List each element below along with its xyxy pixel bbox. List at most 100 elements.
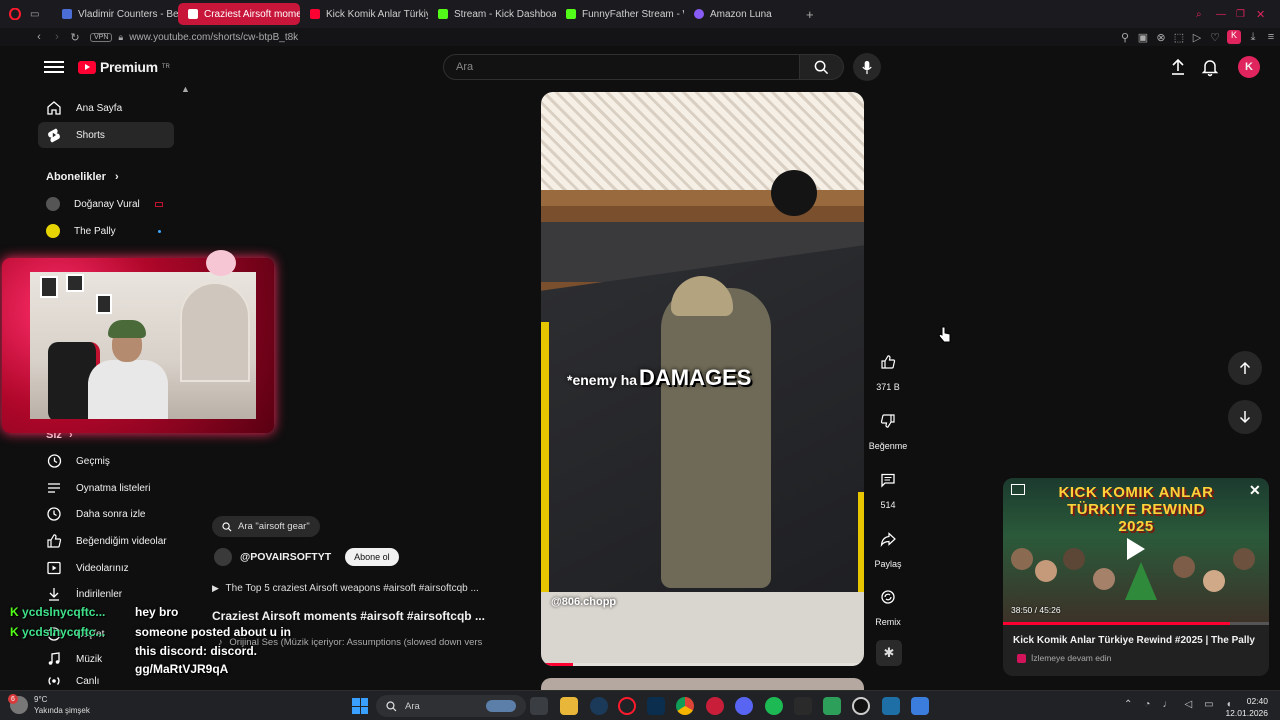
browser-tab[interactable]: Amazon Luna <box>684 3 802 25</box>
sidebar-item-watch-later[interactable]: Daha sonra izle <box>38 501 174 527</box>
tab-switcher-icon[interactable]: ▭ <box>30 9 52 20</box>
music-info[interactable]: ♪ Orijinal Ses (Müzik içeriyor: Assumpti… <box>218 637 510 648</box>
search-input[interactable]: Ara <box>443 54 800 80</box>
notification-badge: 6 <box>8 694 18 704</box>
start-button[interactable] <box>352 698 368 714</box>
mini-player-thumbnail[interactable]: KICK KOMIK ANLAR TÜRKIYE REWIND 2025 ✕ 3… <box>1003 478 1269 624</box>
sidebar-item-subscription[interactable]: Doğanay Vural <box>38 191 174 217</box>
playlist-link[interactable]: ▶ The Top 5 craziest Airsoft weapons #ai… <box>212 583 479 594</box>
opera-logo-icon[interactable] <box>0 8 30 20</box>
spotify-icon[interactable] <box>765 697 783 715</box>
next-short-preview[interactable] <box>541 678 864 690</box>
obs-icon[interactable] <box>852 697 870 715</box>
app-icon[interactable] <box>706 697 724 715</box>
notifications-button[interactable] <box>1200 57 1220 82</box>
video-progress-bar[interactable] <box>541 663 864 666</box>
browser-tab[interactable]: Vladimir Counters - Best R <box>52 3 178 25</box>
sidebar-collapse-chevron-icon[interactable]: ▲ <box>181 84 190 94</box>
share-button[interactable]: Paylaş <box>868 523 908 569</box>
mini-player-progress[interactable] <box>1003 622 1269 625</box>
search-tabs-icon[interactable]: ⌕ <box>1196 9 1216 20</box>
opera-gx-icon[interactable] <box>618 697 636 715</box>
menu-icon[interactable]: ≡ <box>1262 31 1280 43</box>
heart-icon[interactable]: ♡ <box>1206 31 1224 44</box>
christmas-tree-icon <box>1125 562 1157 600</box>
forward-icon[interactable]: › <box>48 31 66 43</box>
file-explorer-icon[interactable] <box>560 697 578 715</box>
related-search-chip[interactable]: Ara "airsoft gear" <box>212 516 320 537</box>
youtube-premium-logo[interactable]: Premium TR <box>78 59 170 75</box>
dislike-button[interactable]: Beğenme <box>868 405 908 451</box>
play-icon[interactable] <box>1127 538 1145 560</box>
weather-widget[interactable]: 6 9°C Yakında şimşek <box>8 694 90 716</box>
pin-icon[interactable]: ⚲ <box>1116 31 1134 44</box>
voice-search-button[interactable] <box>853 53 881 81</box>
sidebar-item-history[interactable]: Geçmiş <box>38 448 174 474</box>
volume-icon[interactable]: ◁ <box>1184 699 1192 710</box>
new-tab-icon[interactable]: + <box>806 7 826 22</box>
search-button[interactable] <box>800 54 844 80</box>
profile-badge[interactable]: K <box>1227 30 1241 44</box>
sidebar-item-playlists[interactable]: Oynatma listeleri <box>38 475 174 501</box>
download-page-icon[interactable]: ⬚ <box>1170 31 1188 44</box>
screenshot-icon[interactable]: ▣ <box>1134 31 1152 44</box>
account-avatar[interactable]: K <box>1238 56 1260 78</box>
expand-icon[interactable] <box>1011 484 1025 495</box>
app-icon[interactable] <box>823 697 841 715</box>
channel-badge-icon <box>1017 653 1026 663</box>
short-title[interactable]: Craziest Airsoft moments #airsoft #airso… <box>212 609 485 623</box>
taskbar-search[interactable]: Ara <box>376 695 526 717</box>
browser-tab[interactable]: Stream - Kick Dashboard <box>428 3 556 25</box>
browser-tab[interactable]: Kick Komik Anlar Türkiye R <box>300 3 428 25</box>
next-short-button[interactable] <box>1228 400 1262 434</box>
chrome-icon[interactable] <box>676 697 694 715</box>
mini-player[interactable]: KICK KOMIK ANLAR TÜRKIYE REWIND 2025 ✕ 3… <box>1003 478 1269 676</box>
app-icon[interactable] <box>911 697 929 715</box>
like-button[interactable]: 371 B <box>868 346 908 392</box>
sidebar-item-subscription[interactable]: The Pally <box>38 218 174 244</box>
vpn-badge[interactable]: VPN <box>90 32 113 42</box>
player-icon[interactable]: ▷ <box>1188 31 1206 44</box>
sidebar-item-downloads[interactable]: İndirilenler <box>38 581 174 607</box>
adblock-icon[interactable]: ⊗ <box>1152 31 1170 44</box>
minimize-icon[interactable]: — <box>1216 9 1236 20</box>
subscriptions-heading[interactable]: Abonelikler › <box>46 171 119 183</box>
discord-icon[interactable] <box>735 697 753 715</box>
network-icon[interactable]: ◔ <box>1144 699 1150 710</box>
close-window-icon[interactable]: ✕ <box>1256 8 1280 21</box>
upload-button[interactable] <box>1168 57 1188 82</box>
back-icon[interactable]: ‹ <box>30 31 48 43</box>
microphone-icon[interactable]: ♩ <box>1162 699 1172 710</box>
short-video-player[interactable]: *enemy ha DAMAGES @806.chopp <box>541 92 864 666</box>
tray-chevron-icon[interactable]: ⌃ <box>1124 699 1132 710</box>
url-field[interactable]: www.youtube.com/shorts/cw-btpB_t8k <box>129 32 298 43</box>
close-icon[interactable]: ✕ <box>1249 482 1261 499</box>
display-icon[interactable]: ▭ <box>1204 699 1213 710</box>
browser-tab[interactable]: FunnyFather Stream - Wa <box>556 3 684 25</box>
sidebar-item-home[interactable]: Ana Sayfa <box>38 95 174 121</box>
previous-short-button[interactable] <box>1228 351 1262 385</box>
channel-name[interactable]: @POVAIRSOFTYT <box>240 551 331 563</box>
reload-icon[interactable]: ↻ <box>66 31 84 44</box>
sound-thumbnail[interactable]: ✱ <box>876 640 902 666</box>
downloads-icon[interactable]: ⤓ <box>1244 31 1262 44</box>
app-icon[interactable] <box>882 697 900 715</box>
subscribe-button[interactable]: Abone ol <box>345 548 399 566</box>
hamburger-menu-icon[interactable] <box>44 58 64 78</box>
maximize-icon[interactable]: ❐ <box>1236 9 1256 20</box>
comments-button[interactable]: 514 <box>868 464 908 510</box>
sidebar-item-your-videos[interactable]: Videolarınız <box>38 555 174 581</box>
browser-tab-active[interactable]: Craziest Airsoft mome <box>178 3 300 25</box>
steam-icon[interactable] <box>590 697 608 715</box>
task-view-icon[interactable] <box>530 697 548 715</box>
photoshop-icon[interactable] <box>647 697 665 715</box>
comment-count: 514 <box>880 500 896 510</box>
remix-label: Remix <box>875 617 901 627</box>
epic-games-icon[interactable] <box>794 697 812 715</box>
sidebar-item-liked-videos[interactable]: Beğendiğim videolar <box>38 528 174 554</box>
taskbar-clock[interactable]: 02:40 12.01.2026 <box>1224 695 1268 719</box>
sidebar-item-shorts[interactable]: Shorts <box>38 122 174 148</box>
mini-player-title[interactable]: Kick Komik Anlar Türkiye Rewind #2025 | … <box>1013 635 1255 646</box>
channel-avatar[interactable] <box>214 548 232 566</box>
remix-button[interactable]: Remix <box>868 581 908 627</box>
